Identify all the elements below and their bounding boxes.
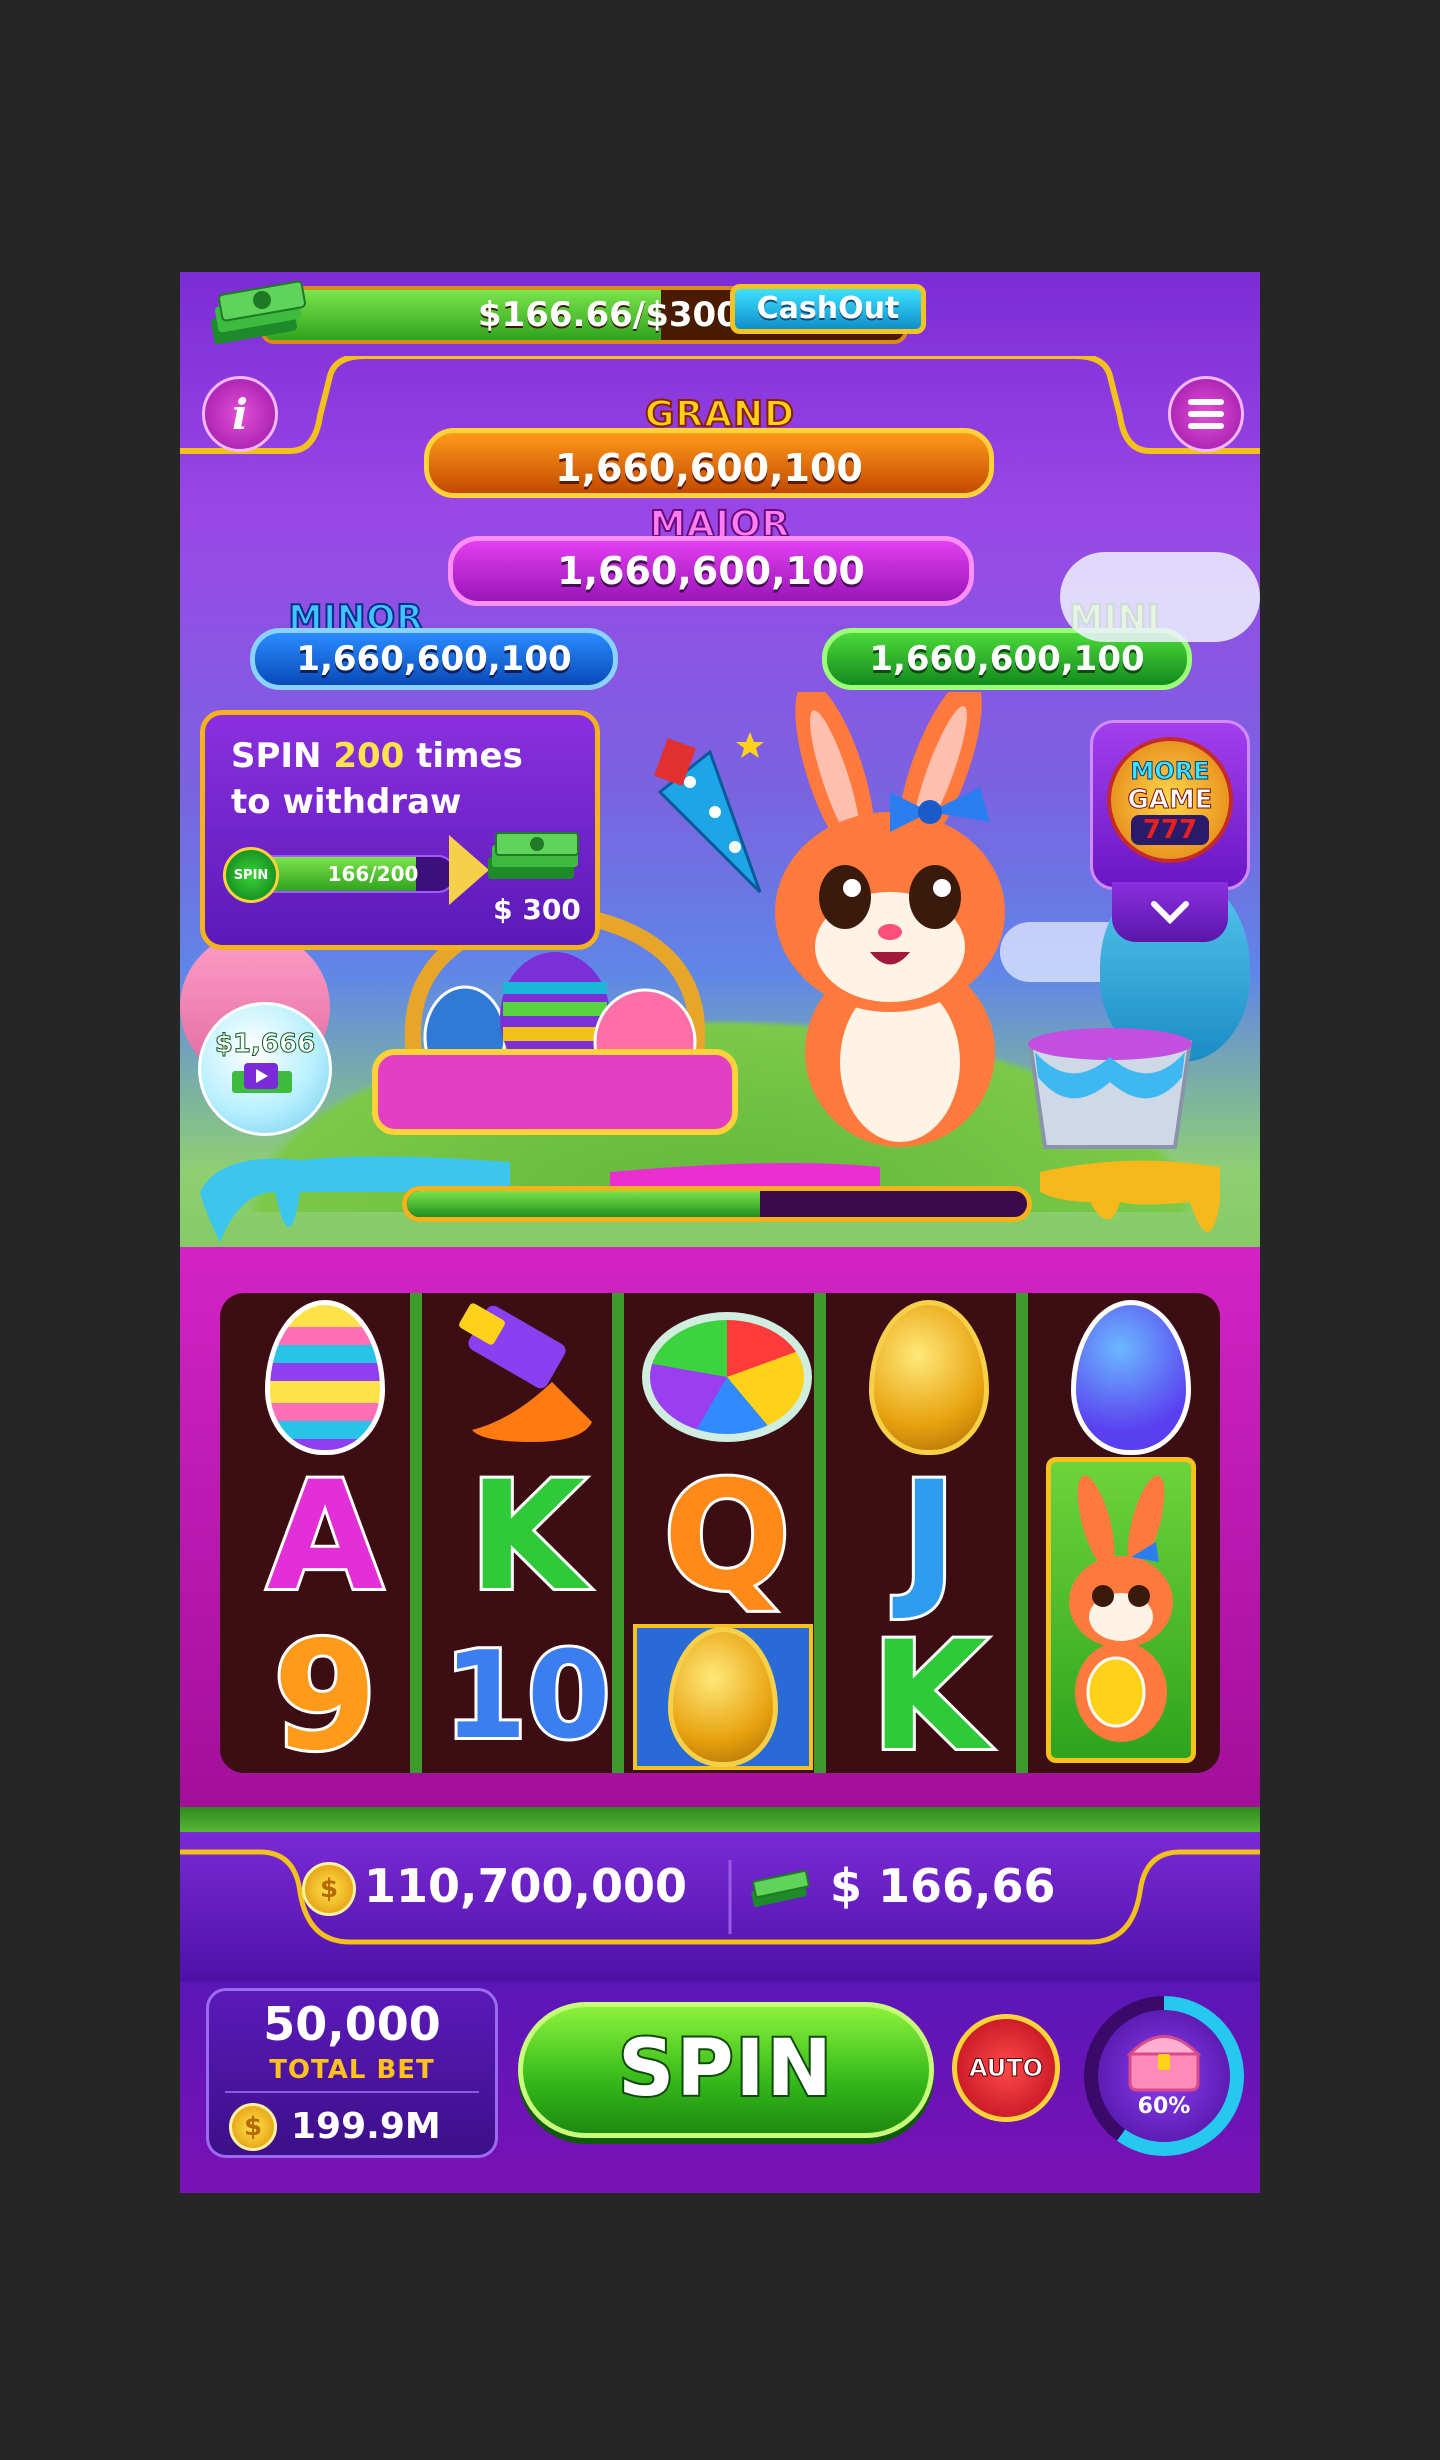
reel-symbol-k: K xyxy=(466,1450,588,1624)
spin-label: SPIN xyxy=(616,2022,834,2116)
cashout-label: CashOut xyxy=(756,291,900,326)
spin-badge: SPIN xyxy=(223,847,279,903)
paint-bucket xyxy=(1010,1022,1210,1152)
video-play-icon xyxy=(232,1063,292,1093)
reel-symbol-paint-tube xyxy=(432,1297,622,1457)
reel-symbol-9: 9 xyxy=(270,1610,380,1784)
grand-jackpot-value: 1,660,600,100 xyxy=(424,428,994,498)
menu-button[interactable] xyxy=(1168,376,1244,452)
spin-progress-text: 166/200 xyxy=(327,862,419,886)
money-stack-icon xyxy=(202,278,312,348)
total-bet-panel[interactable]: 50,000 TOTAL BET $ 199.9M xyxy=(206,1988,498,2158)
reel-symbol-golden-eggs-scatter xyxy=(628,1617,818,1777)
withdraw-panel[interactable]: SPIN 200 times to withdraw 166/200 SPIN … xyxy=(200,710,600,950)
cashout-button[interactable]: CashOut xyxy=(730,284,926,334)
reel-symbol-striped-egg xyxy=(230,1297,420,1457)
auto-spin-button[interactable]: AUTO xyxy=(952,2014,1060,2122)
chest-percent: 60% xyxy=(1137,2093,1191,2119)
total-bet-label: TOTAL BET xyxy=(269,2055,435,2085)
slot-game-screen: $166.66/$300.00 CashOut i GRAND 1,660,60… xyxy=(180,272,1260,2193)
expand-more-button[interactable] xyxy=(1112,882,1228,942)
coin-total: 199.9M xyxy=(291,2106,441,2147)
spin-button[interactable]: SPIN xyxy=(518,2002,934,2138)
coin-icon: $ xyxy=(302,1862,356,1916)
treasure-chest-icon xyxy=(1126,2034,1202,2091)
withdraw-reward: $ 300 xyxy=(493,893,581,926)
bet-amount: 50,000 xyxy=(263,1997,441,2051)
treasure-chest-button[interactable]: 60% xyxy=(1084,1996,1244,2156)
major-jackpot-value: 1,660,600,100 xyxy=(448,536,974,606)
reel-symbol-paint-palette xyxy=(632,1297,822,1457)
reel-symbol-k: K xyxy=(868,1610,990,1784)
cloud xyxy=(1060,552,1260,642)
cash-icon xyxy=(748,1866,812,1910)
auto-label: AUTO xyxy=(968,2054,1044,2083)
level-progress-fill xyxy=(407,1191,761,1217)
info-icon: i xyxy=(232,389,248,439)
withdraw-text: SPIN 200 times to withdraw xyxy=(231,736,523,822)
money-stack-icon xyxy=(483,827,583,887)
hamburger-menu-icon xyxy=(1188,399,1224,429)
party-popper-icon xyxy=(640,732,790,902)
reel-symbol-j: J xyxy=(898,1450,960,1624)
reel-symbol-golden-egg xyxy=(834,1297,1024,1457)
reel-symbol-starry-egg xyxy=(1036,1297,1226,1457)
spin-count-highlight: 200 xyxy=(333,736,405,776)
more-game-button[interactable]: MORE GAME 777 xyxy=(1090,720,1250,890)
more-game-logo: MORE GAME 777 xyxy=(1107,737,1233,863)
reel-symbol-a: A xyxy=(264,1450,386,1624)
chevron-down-icon xyxy=(1151,901,1189,924)
reel-symbol-bunny-wild xyxy=(1046,1457,1196,1763)
reel-symbol-10: 10 xyxy=(441,1627,614,1766)
minor-jackpot-value: 1,660,600,100 xyxy=(250,628,618,690)
coin-balance: 110,700,000 xyxy=(364,1859,688,1913)
video-bonus-amount: $1,666 xyxy=(214,1029,316,1060)
reel-symbol-q: Q xyxy=(660,1450,793,1624)
level-progress-bar xyxy=(402,1186,1032,1222)
info-button[interactable]: i xyxy=(202,376,278,452)
coin-icon: $ xyxy=(229,2103,277,2151)
video-bonus-bubble[interactable]: $1,666 xyxy=(198,1002,332,1136)
cash-balance: $ 166,66 xyxy=(830,1859,1056,1913)
